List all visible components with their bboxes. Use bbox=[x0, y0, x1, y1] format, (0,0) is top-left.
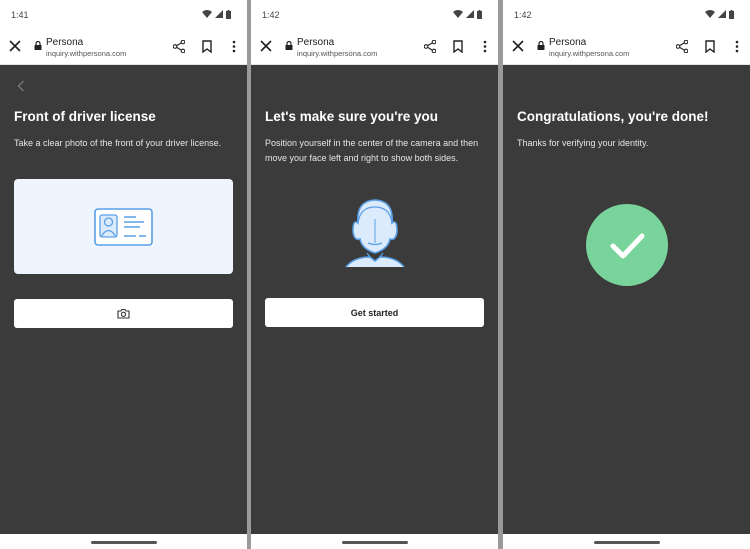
camera-icon bbox=[117, 308, 130, 319]
instruction-text: Position yourself in the center of the c… bbox=[265, 138, 479, 163]
status-time: 1:41 bbox=[11, 10, 29, 20]
page-content: Congratulations, you're done! Thanks for… bbox=[503, 64, 750, 534]
id-card-icon bbox=[94, 208, 153, 246]
bookmark-icon[interactable] bbox=[453, 40, 463, 53]
page-title: Persona bbox=[549, 37, 587, 48]
face-icon bbox=[345, 199, 405, 268]
browser-toolbar: Persona inquiry.withpersona.com bbox=[251, 31, 498, 65]
take-photo-button[interactable] bbox=[14, 299, 233, 328]
signal-icon bbox=[215, 10, 223, 18]
battery-icon bbox=[226, 9, 231, 19]
page-heading: Let's make sure you're you bbox=[265, 109, 438, 124]
more-vert-icon[interactable] bbox=[735, 40, 739, 53]
page-url: inquiry.withpersona.com bbox=[297, 49, 378, 58]
screen-selfie: 1:42 Persona inquiry.withpersona.com Let… bbox=[251, 0, 498, 549]
lock-icon bbox=[537, 41, 545, 50]
home-handle[interactable] bbox=[90, 541, 157, 544]
wifi-icon bbox=[453, 10, 463, 18]
status-icons bbox=[705, 9, 734, 19]
wifi-icon bbox=[705, 10, 715, 18]
screen-driver-license: 1:41 Persona inquiry.withpersona.com Fro… bbox=[0, 0, 247, 549]
status-icons bbox=[453, 9, 482, 19]
lock-icon bbox=[285, 41, 293, 50]
instruction-text: Take a clear photo of the front of your … bbox=[14, 138, 222, 148]
share-icon[interactable] bbox=[173, 40, 185, 53]
browser-toolbar: Persona inquiry.withpersona.com bbox=[503, 31, 750, 65]
page-url: inquiry.withpersona.com bbox=[46, 49, 127, 58]
status-bar: 1:42 bbox=[251, 0, 498, 31]
page-url: inquiry.withpersona.com bbox=[549, 49, 630, 58]
lock-icon bbox=[34, 41, 42, 50]
status-bar: 1:42 bbox=[503, 0, 750, 31]
battery-icon bbox=[477, 9, 482, 19]
license-illustration-card bbox=[14, 179, 233, 274]
site-info[interactable]: Persona inquiry.withpersona.com bbox=[297, 37, 377, 59]
bookmark-icon[interactable] bbox=[705, 40, 715, 53]
page-heading: Congratulations, you're done! bbox=[517, 109, 709, 124]
close-icon[interactable] bbox=[9, 40, 21, 52]
bookmark-icon[interactable] bbox=[202, 40, 212, 53]
more-vert-icon[interactable] bbox=[232, 40, 236, 53]
status-icons bbox=[202, 9, 231, 19]
page-content: Let's make sure you're you Position your… bbox=[251, 64, 498, 534]
gesture-nav-bar bbox=[503, 534, 750, 549]
page-heading: Front of driver license bbox=[14, 109, 156, 124]
status-bar: 1:41 bbox=[0, 0, 247, 31]
close-icon[interactable] bbox=[512, 40, 524, 52]
more-vert-icon[interactable] bbox=[483, 40, 487, 53]
gesture-nav-bar bbox=[0, 534, 247, 549]
confirmation-text: Thanks for verifying your identity. bbox=[517, 138, 649, 148]
status-time: 1:42 bbox=[514, 10, 532, 20]
battery-icon bbox=[729, 9, 734, 19]
share-icon[interactable] bbox=[676, 40, 688, 53]
wifi-icon bbox=[202, 10, 212, 18]
home-handle[interactable] bbox=[341, 541, 408, 544]
page-title: Persona bbox=[297, 37, 335, 48]
status-time: 1:42 bbox=[262, 10, 280, 20]
gesture-nav-bar bbox=[251, 534, 498, 549]
page-content: Front of driver license Take a clear pho… bbox=[0, 64, 247, 534]
close-icon[interactable] bbox=[260, 40, 272, 52]
signal-icon bbox=[466, 10, 474, 18]
home-handle[interactable] bbox=[593, 541, 660, 544]
signal-icon bbox=[718, 10, 726, 18]
site-info[interactable]: Persona inquiry.withpersona.com bbox=[549, 37, 629, 59]
share-icon[interactable] bbox=[424, 40, 436, 53]
site-info[interactable]: Persona inquiry.withpersona.com bbox=[46, 37, 126, 59]
browser-toolbar: Persona inquiry.withpersona.com bbox=[0, 31, 247, 65]
back-chevron-icon[interactable] bbox=[17, 80, 25, 92]
screen-complete: 1:42 Persona inquiry.withpersona.com Con… bbox=[503, 0, 750, 549]
page-title: Persona bbox=[46, 37, 84, 48]
check-circle-icon bbox=[586, 204, 668, 286]
get-started-button[interactable]: Get started bbox=[265, 298, 484, 327]
